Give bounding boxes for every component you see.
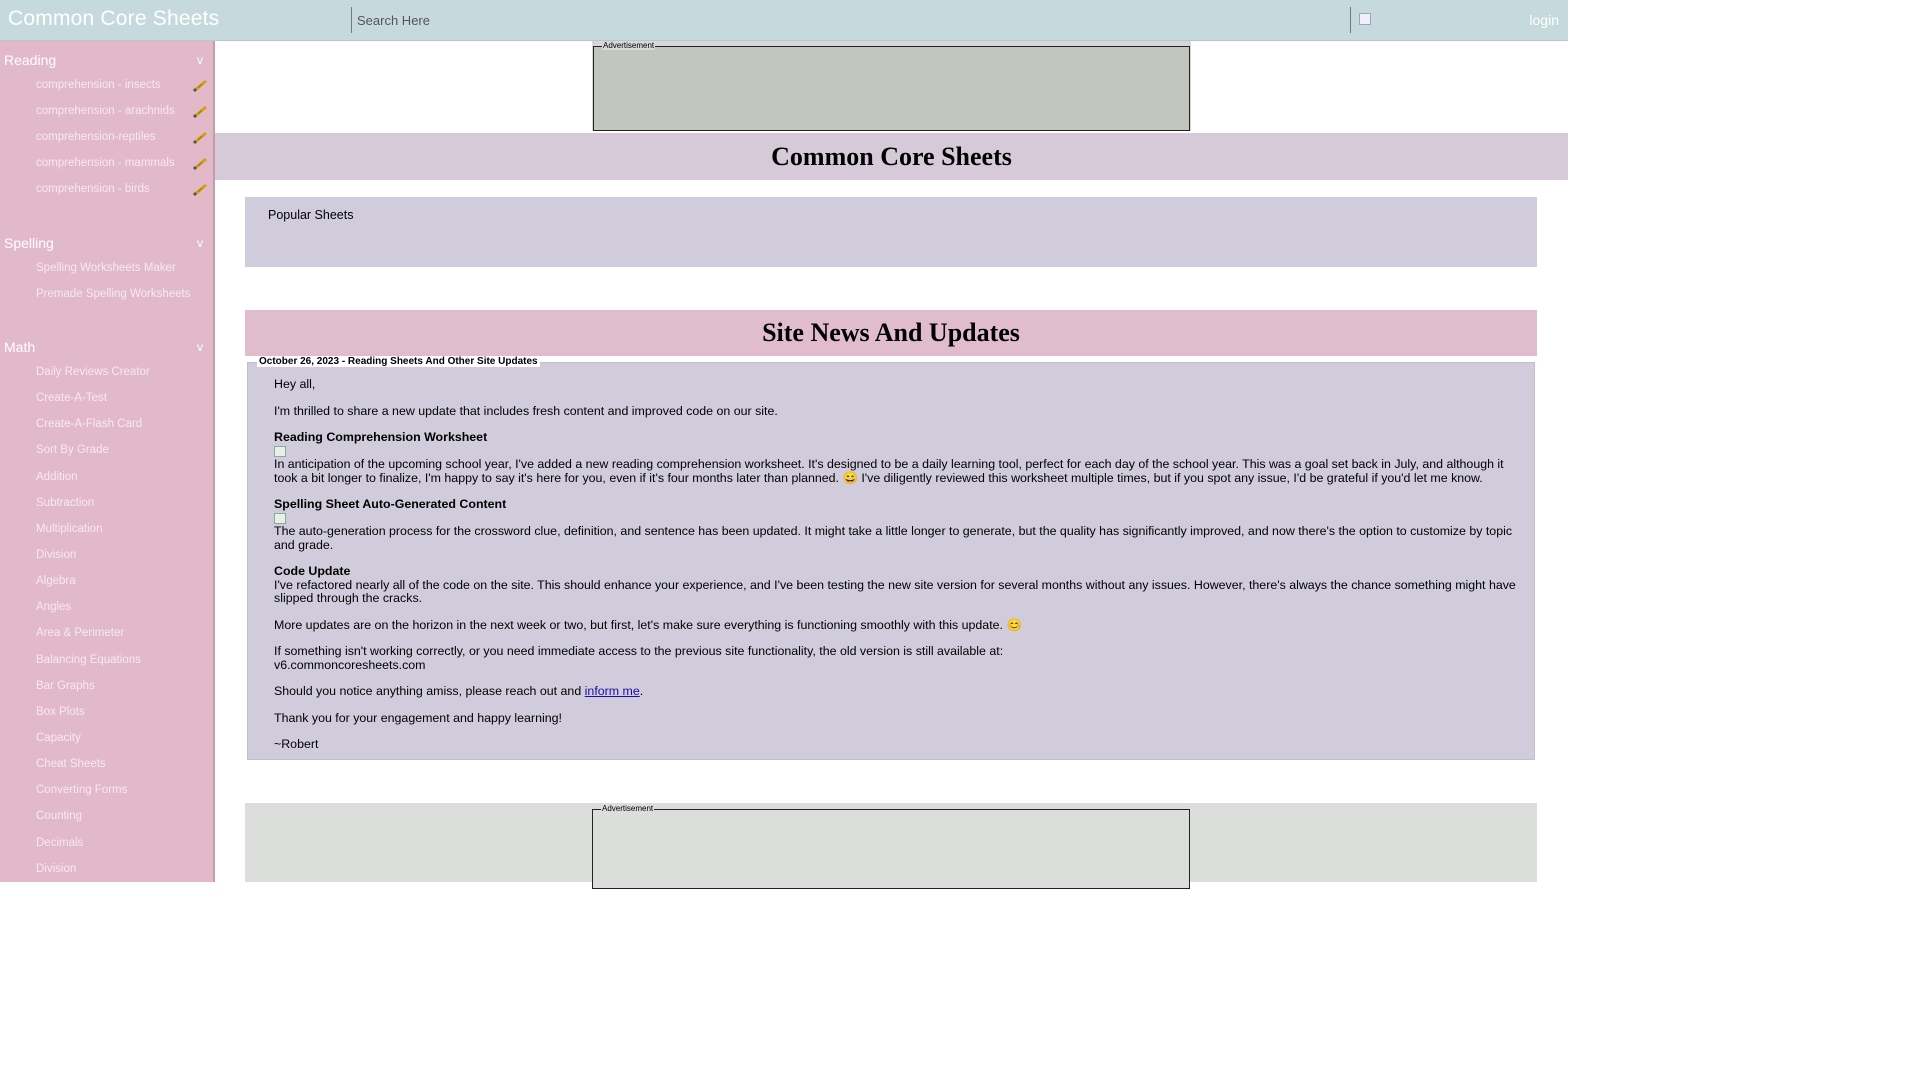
sidebar-item-decimals[interactable]: Decimals xyxy=(36,837,83,849)
notice-end: . xyxy=(639,684,644,698)
news-post-body: Hey all, I'm thrilled to share a new upd… xyxy=(274,377,1519,752)
sidebar-item-bar-graphs[interactable]: Bar Graphs xyxy=(36,680,95,692)
broken-image-icon xyxy=(1359,13,1371,25)
sidebar-item-create-a-flash-card[interactable]: Create-A-Flash Card xyxy=(36,418,142,430)
title-band: Common Core Sheets xyxy=(215,133,1568,180)
section-title: Math xyxy=(4,339,36,355)
top-bar: Common Core Sheets login xyxy=(0,0,1568,41)
search-input[interactable] xyxy=(351,7,1351,33)
thanks-text: Thank you for your engagement and happy … xyxy=(274,710,562,725)
popular-sheets-box: Popular Sheets xyxy=(245,197,1537,267)
advertisement-top[interactable]: Advertisement xyxy=(592,41,1191,131)
sidebar-item-multiplication[interactable]: Multiplication xyxy=(36,523,102,535)
broken-image-icon xyxy=(274,512,286,524)
chevron-down-icon[interactable]: v xyxy=(197,53,203,67)
code-paragraph: I've refactored nearly all of the code o… xyxy=(274,577,1516,605)
chevron-down-icon[interactable]: v xyxy=(197,340,203,354)
site-logo[interactable]: Common Core Sheets xyxy=(8,7,219,31)
ad-label: Advertisement xyxy=(602,41,656,50)
pencil-icon xyxy=(192,79,207,93)
sidebar-item-counting[interactable]: Counting xyxy=(36,810,82,822)
sidebar-item-spelling-worksheets-maker[interactable]: Spelling Worksheets Maker xyxy=(36,262,176,274)
grin-emoji-icon: 😄 xyxy=(842,470,858,485)
section-title: Reading xyxy=(4,52,57,68)
news-intro: I'm thrilled to share a new update that … xyxy=(274,403,778,418)
sidebar-section-reading[interactable]: Reading v xyxy=(0,50,213,72)
sidebar-item-comprehension-birds[interactable]: comprehension - birds xyxy=(36,183,150,195)
section-title: Spelling xyxy=(4,235,54,251)
pencil-icon xyxy=(192,105,207,119)
sidebar-item-converting-forms[interactable]: Converting Forms xyxy=(36,784,127,796)
sidebar-item-comprehension-arachnids[interactable]: comprehension - arachnids xyxy=(36,105,175,117)
sidebar-item-sort-by-grade[interactable]: Sort By Grade xyxy=(36,444,109,456)
sidebar-section-spelling[interactable]: Spelling v xyxy=(0,233,213,255)
sidebar-item-area-perimeter[interactable]: Area & Perimeter xyxy=(36,627,124,639)
sidebar-item-create-a-test[interactable]: Create-A-Test xyxy=(36,392,107,404)
popular-sheets-label: Popular Sheets xyxy=(268,208,354,222)
sidebar-item-capacity[interactable]: Capacity xyxy=(36,732,81,744)
ad-label: Advertisement xyxy=(601,804,655,813)
broken-image-icon xyxy=(274,445,286,457)
sidebar-section-math[interactable]: Math v xyxy=(0,337,213,359)
sidebar-item-division[interactable]: Division xyxy=(36,549,76,561)
sidebar-item-division[interactable]: Division xyxy=(36,863,76,875)
more-paragraph: More updates are on the horizon in the n… xyxy=(274,617,1519,633)
sidebar-item-box-plots[interactable]: Box Plots xyxy=(36,706,85,718)
advertisement-bottom[interactable]: Advertisement xyxy=(245,803,1537,889)
sidebar-item-balancing-equations[interactable]: Balancing Equations xyxy=(36,654,141,666)
sidebar-item-subtraction[interactable]: Subtraction xyxy=(36,497,94,509)
pencil-icon xyxy=(192,157,207,171)
sidebar-item-daily-reviews-creator[interactable]: Daily Reviews Creator xyxy=(36,366,150,378)
smile-emoji-icon: 😊 xyxy=(1006,617,1022,632)
sidebar-item-comprehension-insects[interactable]: comprehension - insects xyxy=(36,79,161,91)
pencil-icon xyxy=(192,131,207,145)
old-version-url: v6.commoncoresheets.com xyxy=(274,657,426,672)
login-link[interactable]: login xyxy=(1529,12,1559,28)
notice-paragraph: Should you notice anything amiss, please… xyxy=(274,684,1519,699)
reading-image-row xyxy=(274,445,1519,459)
notice-text: Should you notice anything amiss, please… xyxy=(274,684,582,698)
spelling-paragraph: The auto-generation process for the cros… xyxy=(274,524,1513,552)
spelling-heading: Spelling Sheet Auto-Generated Content xyxy=(274,497,507,511)
news-title: Site News And Updates xyxy=(762,318,1020,347)
news-post: October 26, 2023 - Reading Sheets And Ot… xyxy=(247,356,1535,760)
old-version-text: If something isn't working correctly, or… xyxy=(274,644,1004,658)
sidebar-item-algebra[interactable]: Algebra xyxy=(36,575,76,587)
pencil-icon xyxy=(192,183,207,197)
ad-frame[interactable]: Advertisement xyxy=(593,41,1190,131)
chevron-down-icon[interactable]: v xyxy=(197,236,203,250)
news-band: Site News And Updates xyxy=(245,310,1537,356)
sidebar-item-angles[interactable]: Angles xyxy=(36,601,71,613)
signoff-text: ~Robert xyxy=(274,737,319,751)
reading-heading: Reading Comprehension Worksheet xyxy=(274,430,488,444)
inform-me-link[interactable]: inform me xyxy=(585,684,640,698)
reading-text-2: I've diligently reviewed this worksheet … xyxy=(861,470,1483,485)
news-greeting: Hey all, xyxy=(274,377,316,391)
ad-frame[interactable]: Advertisement xyxy=(592,804,1190,889)
news-post-legend: October 26, 2023 - Reading Sheets And Ot… xyxy=(257,356,540,367)
reading-paragraph: In anticipation of the upcoming school y… xyxy=(274,457,1519,485)
spelling-image-row xyxy=(274,512,1519,526)
sidebar-item-addition[interactable]: Addition xyxy=(36,471,78,483)
sidebar-item-comprehension-mammals[interactable]: comprehension - mammals xyxy=(36,157,175,169)
sidebar: Reading v comprehension - insects compre… xyxy=(0,41,215,882)
sidebar-item-cheat-sheets[interactable]: Cheat Sheets xyxy=(36,758,106,770)
code-heading: Code Update xyxy=(274,564,351,578)
page-title: Common Core Sheets xyxy=(771,142,1012,171)
sidebar-item-comprehension-reptiles[interactable]: comprehension-reptiles xyxy=(36,131,156,143)
more-text: More updates are on the horizon in the n… xyxy=(274,617,1003,632)
sidebar-item-premade-spelling-worksheets[interactable]: Premade Spelling Worksheets xyxy=(36,288,190,300)
